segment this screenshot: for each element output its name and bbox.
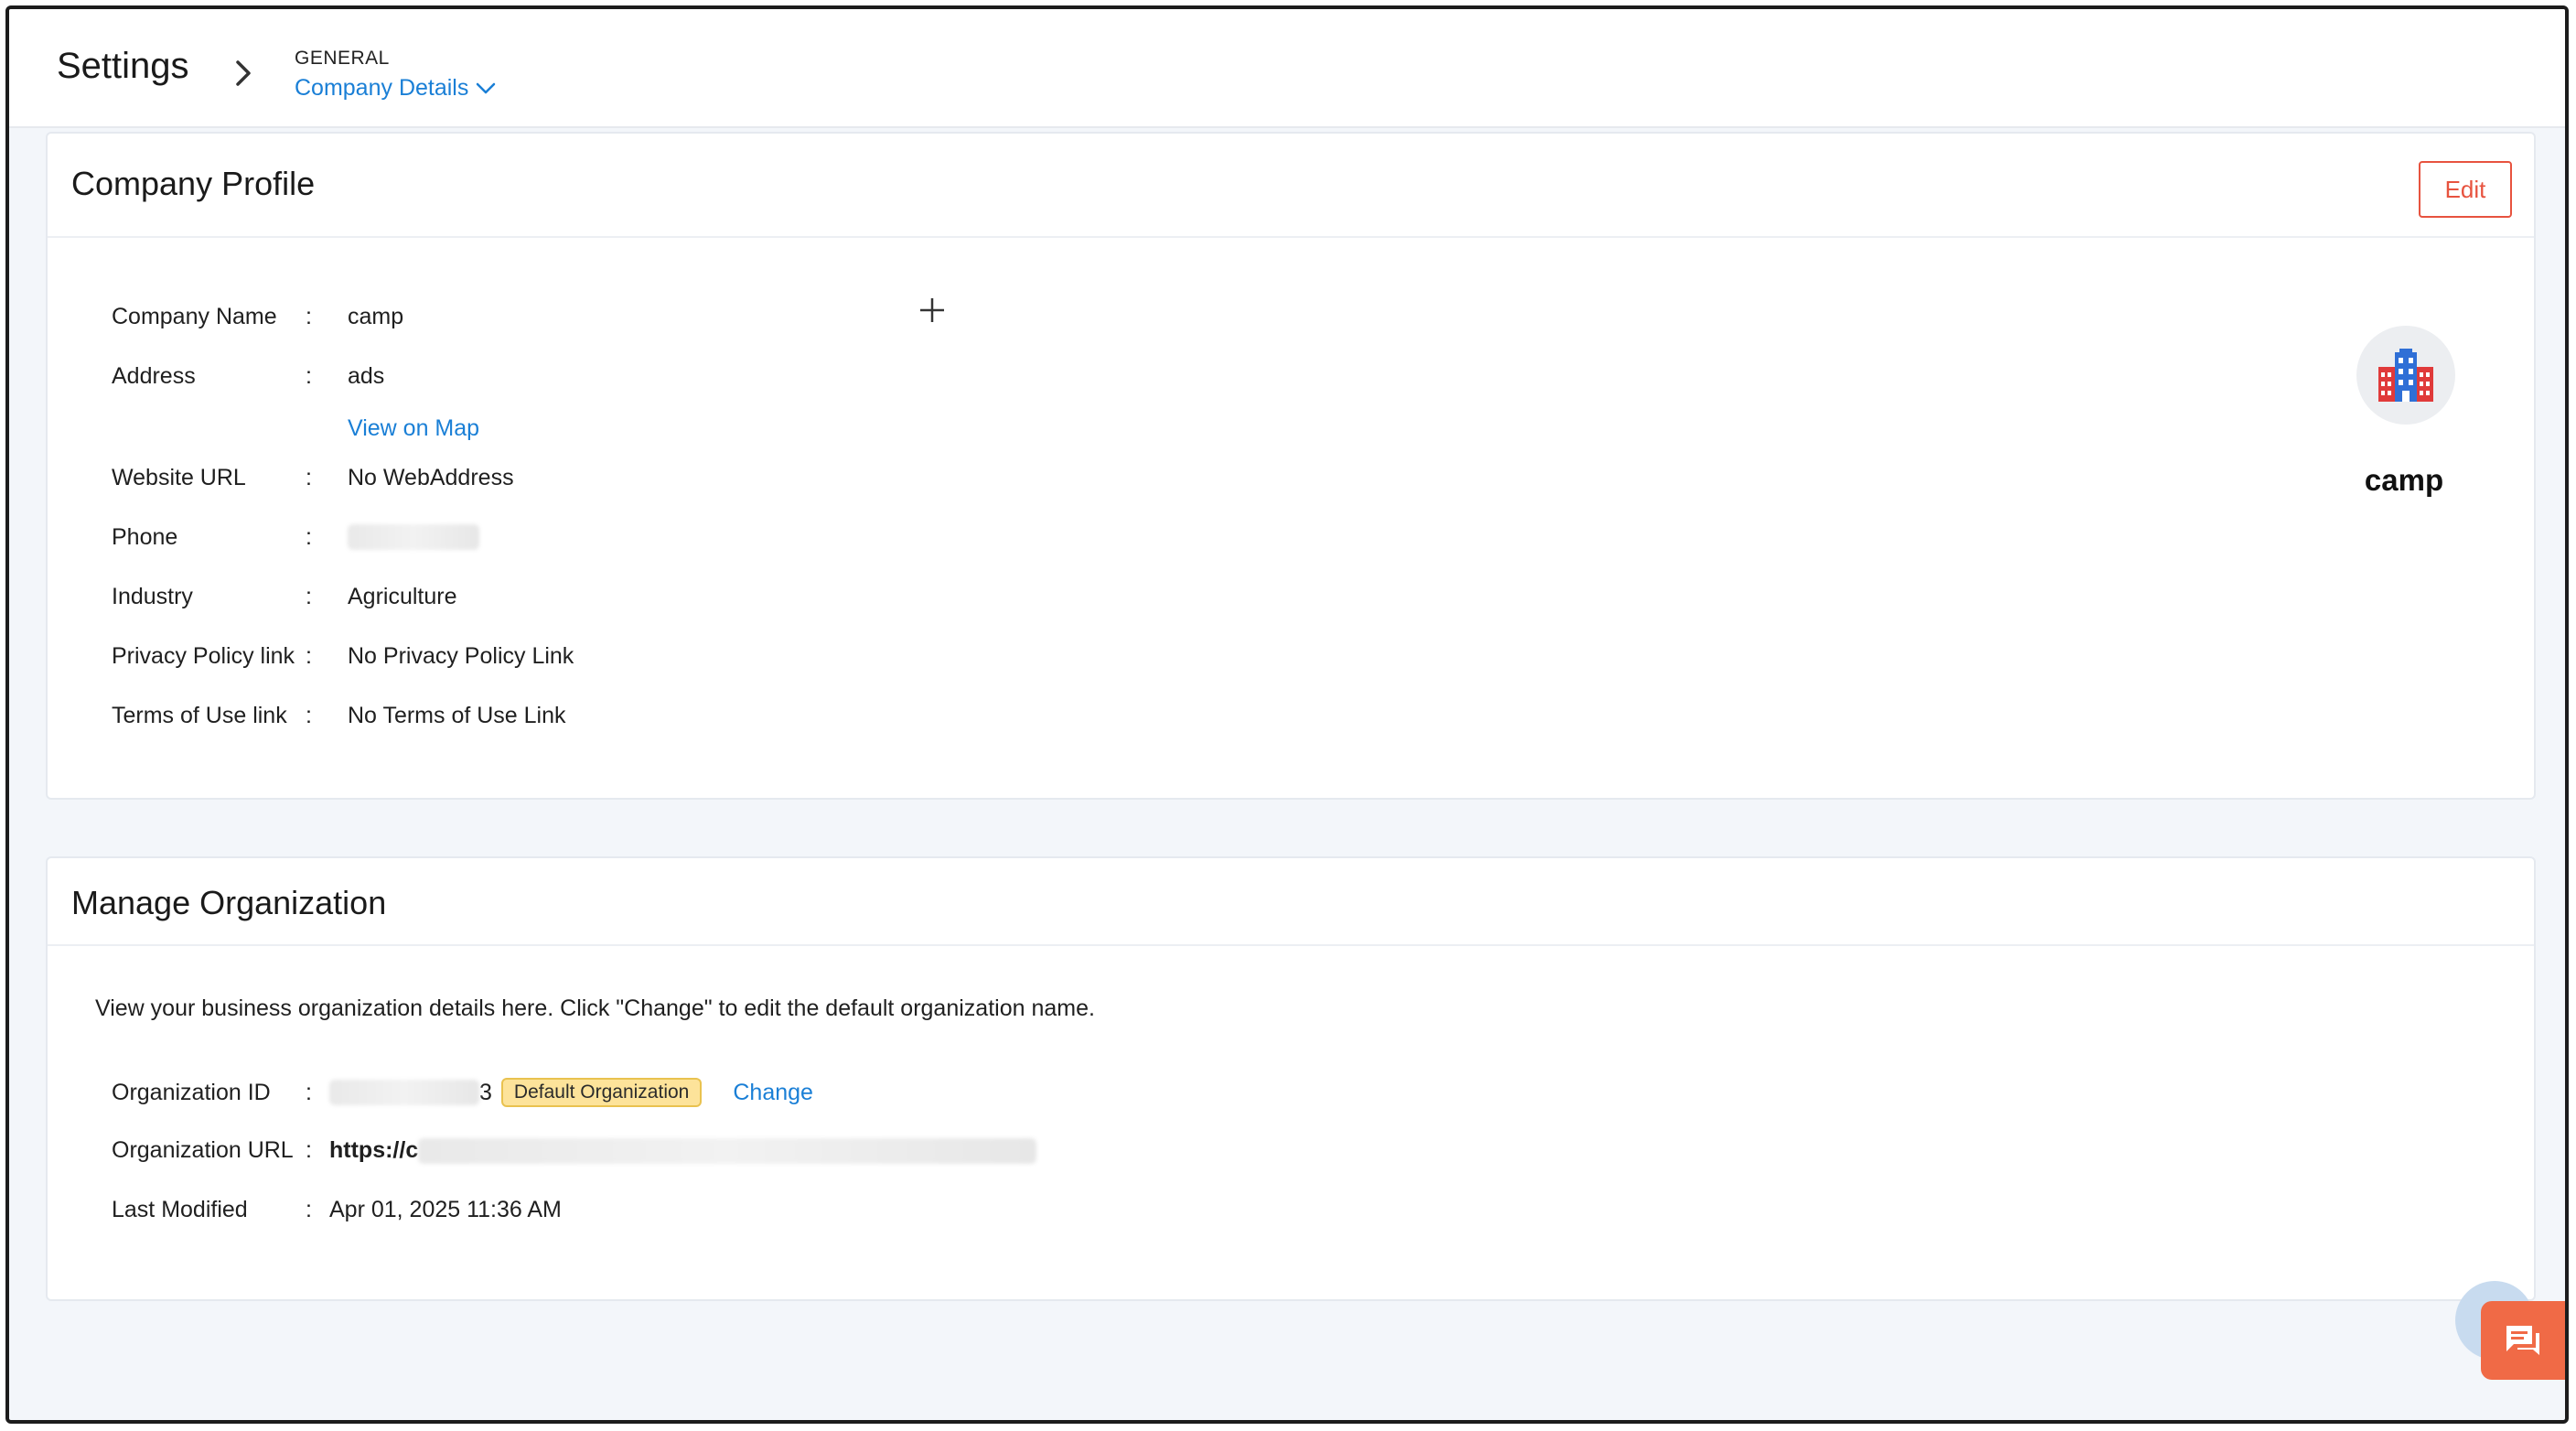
breadcrumb-dropdown[interactable]: Company Details [295, 75, 498, 102]
field-label: Phone [112, 524, 178, 550]
field-value: ads [348, 363, 385, 389]
field-colon: : [306, 643, 312, 669]
field-label: Website URL [112, 465, 246, 490]
company-profile-title: Company Profile [71, 165, 316, 202]
field-terms-of-use: Terms of Use link : No Terms of Use Link [112, 703, 566, 729]
field-colon: : [306, 465, 312, 490]
redacted-organization-id [329, 1080, 479, 1105]
organization-description: View your business organization details … [95, 995, 1095, 1021]
field-label: Address [112, 363, 196, 389]
field-label: Last Modified [112, 1197, 248, 1222]
field-phone: Phone : [112, 524, 479, 551]
view-on-map-link[interactable]: View on Map [348, 415, 479, 442]
manage-organization-title: Manage Organization [71, 884, 387, 921]
field-colon: : [306, 524, 312, 550]
field-privacy-policy: Privacy Policy link : No Privacy Policy … [112, 643, 574, 670]
organization-id-tail: 3 [479, 1079, 492, 1105]
page-title: Settings [57, 46, 189, 86]
change-link[interactable]: Change [733, 1080, 813, 1106]
redacted-phone [348, 524, 479, 550]
field-value: Agriculture [348, 584, 457, 609]
chat-icon [2506, 1326, 2539, 1355]
app-window: Settings GENERAL Company Details Company… [5, 5, 2569, 1424]
default-organization-badge: Default Organization [500, 1078, 703, 1107]
field-label: Organization URL [112, 1137, 294, 1163]
field-organization-id: Organization ID : 3 Default Organization… [112, 1078, 813, 1107]
field-website-url: Website URL : No WebAddress [112, 465, 514, 491]
field-value: No Privacy Policy Link [348, 643, 574, 669]
last-modified-value: Apr 01, 2025 11:36 AM [329, 1197, 562, 1222]
field-address: Address : ads [112, 363, 384, 390]
chevron-down-icon [477, 82, 496, 93]
field-company-name: Company Name : camp [112, 304, 403, 330]
field-label: Privacy Policy link [112, 643, 295, 669]
field-colon: : [306, 304, 312, 329]
field-value: No Terms of Use Link [348, 703, 566, 728]
field-colon: : [306, 584, 312, 609]
field-colon: : [306, 1197, 312, 1222]
edit-button[interactable]: Edit [2419, 161, 2512, 218]
manage-organization-header: Manage Organization [48, 858, 2534, 946]
field-organization-url: Organization URL : https://c [112, 1137, 1037, 1164]
organization-url-prefix: https://c [329, 1137, 419, 1163]
plus-icon[interactable] [918, 296, 946, 324]
field-last-modified: Last Modified : Apr 01, 2025 11:36 AM [112, 1197, 562, 1223]
field-industry: Industry : Agriculture [112, 584, 457, 610]
breadcrumb-group: GENERAL [295, 48, 390, 69]
field-label: Company Name [112, 304, 277, 329]
manage-organization-card: Manage Organization View your business o… [46, 856, 2536, 1301]
field-value: camp [348, 304, 404, 329]
company-logo-name: camp [2364, 463, 2444, 497]
field-colon: : [306, 1137, 312, 1163]
breadcrumb-current-label: Company Details [295, 75, 469, 101]
field-colon: : [306, 703, 312, 728]
field-value: No WebAddress [348, 465, 514, 490]
company-logo[interactable] [2356, 326, 2455, 425]
chevron-right-icon [236, 60, 251, 86]
field-label: Industry [112, 584, 193, 609]
chat-button[interactable] [2481, 1301, 2565, 1380]
redacted-organization-url [418, 1137, 1037, 1164]
building-icon [2378, 349, 2433, 402]
field-colon: : [306, 1079, 312, 1105]
field-colon: : [306, 363, 312, 389]
field-label: Organization ID [112, 1079, 271, 1105]
field-label: Terms of Use link [112, 703, 287, 728]
company-profile-header: Company Profile Edit [48, 134, 2534, 238]
company-profile-card: Company Profile Edit Company Name : camp… [46, 132, 2536, 800]
header-bar: Settings GENERAL Company Details [9, 9, 2565, 128]
